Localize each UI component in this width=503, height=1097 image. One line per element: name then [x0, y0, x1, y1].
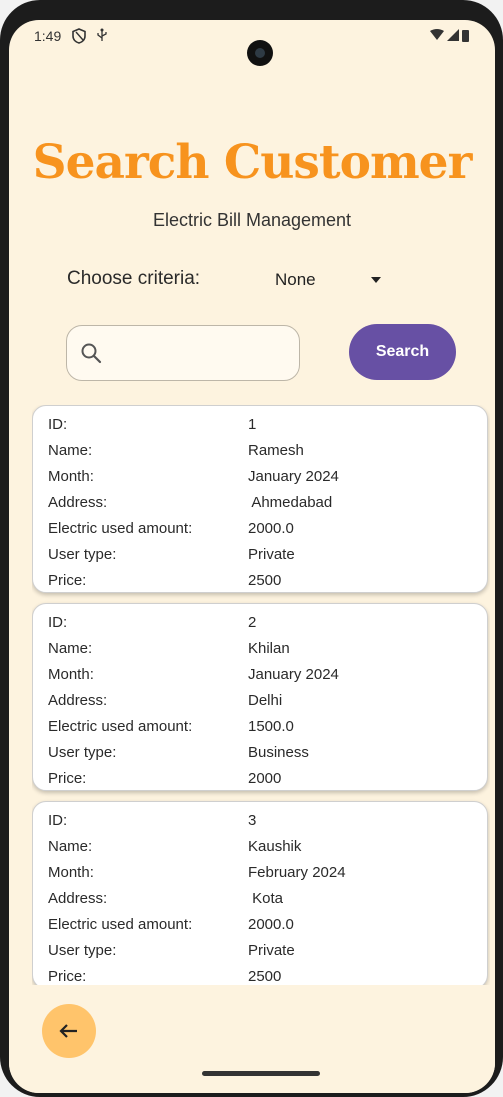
customer-row-month: Month: February 2024: [33, 860, 487, 886]
customer-card[interactable]: ID: 2 Name: Khilan Month: January 2024 Address…: [32, 603, 488, 791]
field-label: Month:: [48, 864, 94, 881]
field-value: Business: [248, 744, 309, 761]
field-label: Name:: [48, 442, 93, 459]
home-indicator[interactable]: [202, 1071, 320, 1076]
customer-row-name: Name: Kaushik: [33, 834, 487, 860]
field-value: 2000: [248, 770, 282, 787]
front-camera: [247, 40, 273, 66]
page-title: Search Customer: [32, 135, 473, 190]
field-value: 2: [248, 614, 257, 631]
arrow-left-icon: [59, 1024, 77, 1038]
field-value: 1500.0: [248, 718, 294, 735]
status-bar: 1:49: [9, 20, 495, 66]
customer-row-price: Price: 2000: [33, 766, 487, 792]
customer-row-price: Price: 2500: [33, 964, 487, 985]
field-value: 2500: [248, 968, 282, 985]
customer-row-user-type: User type: Private: [33, 938, 487, 964]
field-value: Private: [248, 942, 295, 959]
shield-icon: [72, 28, 86, 44]
field-label: Name:: [48, 838, 93, 855]
customer-row-amount: Electric used amount: 1500.0: [33, 714, 487, 740]
field-value: Private: [248, 546, 295, 563]
field-value: Ramesh: [248, 442, 304, 459]
customer-row-amount: Electric used amount: 2000.0: [33, 912, 487, 938]
page-subtitle: Electric Bill Management: [152, 210, 352, 230]
customer-row-id: ID: 1: [33, 412, 487, 438]
customer-row-user-type: User type: Business: [33, 740, 487, 766]
field-value: February 2024: [248, 864, 346, 881]
app-screen: 1:49 Search Customer Electric Bill Manag…: [9, 20, 495, 1093]
field-label: Price:: [48, 770, 87, 787]
field-label: User type:: [48, 744, 117, 761]
status-indicators: [430, 28, 469, 42]
field-label: Electric used amount:: [48, 916, 193, 933]
field-label: Address:: [48, 890, 108, 907]
criteria-dropdown[interactable]: None: [269, 266, 389, 294]
customer-row-address: Address: Delhi: [33, 688, 487, 714]
customer-row-address: Address: Ahmedabad: [33, 490, 487, 516]
field-label: User type:: [48, 942, 117, 959]
customer-row-address: Address: Kota: [33, 886, 487, 912]
criteria-label: Choose criteria:: [67, 268, 201, 289]
battery-icon: [462, 29, 469, 42]
signal-icon: [447, 29, 459, 41]
field-label: Electric used amount:: [48, 520, 193, 537]
customer-row-id: ID: 3: [33, 808, 487, 834]
customer-row-amount: Electric used amount: 2000.0: [33, 516, 487, 542]
field-value: January 2024: [248, 468, 339, 485]
device-frame: 1:49 Search Customer Electric Bill Manag…: [0, 0, 503, 1097]
field-label: Month:: [48, 468, 94, 485]
field-label: Price:: [48, 968, 87, 985]
usb-icon: [97, 28, 107, 41]
field-label: Address:: [48, 692, 108, 709]
customer-card[interactable]: ID: 3 Name: Kaushik Month: February 2024 Addre…: [32, 801, 488, 985]
field-value: 2000.0: [248, 520, 294, 537]
field-value: Delhi: [248, 692, 283, 709]
customer-row-name: Name: Ramesh: [33, 438, 487, 464]
field-value: January 2024: [248, 666, 339, 683]
field-label: Month:: [48, 666, 94, 683]
field-value: 1: [248, 416, 257, 433]
field-label: ID:: [48, 416, 68, 433]
customer-row-month: Month: January 2024: [33, 662, 487, 688]
caret-down-icon: [371, 277, 381, 283]
customer-row-month: Month: January 2024: [33, 464, 487, 490]
search-input[interactable]: [111, 334, 295, 374]
customer-card[interactable]: ID: 1 Name: Ramesh Month: January 2024 Address…: [32, 405, 488, 593]
wifi-icon: [430, 29, 444, 40]
back-button[interactable]: [42, 1004, 96, 1058]
field-label: ID:: [48, 614, 68, 631]
customer-row-id: ID: 2: [33, 610, 487, 636]
field-value: 2500: [248, 572, 282, 589]
customer-list[interactable]: ID: 1 Name: Ramesh Month: January 2024 Address…: [32, 405, 490, 985]
status-time: 1:49: [34, 28, 62, 44]
search-icon: [81, 343, 102, 364]
field-value: 3: [248, 812, 257, 829]
field-value: Kota: [248, 890, 284, 907]
field-value: Khilan: [248, 640, 290, 657]
field-value: Kaushik: [248, 838, 302, 855]
field-value: 2000.0: [248, 916, 294, 933]
field-label: Electric used amount:: [48, 718, 193, 735]
field-label: Name:: [48, 640, 93, 657]
field-label: Address:: [48, 494, 108, 511]
customer-row-price: Price: 2500: [33, 568, 487, 594]
customer-row-user-type: User type: Private: [33, 542, 487, 568]
criteria-selected-value: None: [275, 270, 316, 289]
customer-row-name: Name: Khilan: [33, 636, 487, 662]
field-label: ID:: [48, 812, 68, 829]
field-label: Price:: [48, 572, 87, 589]
field-label: User type:: [48, 546, 117, 563]
field-value: Ahmedabad: [248, 494, 333, 511]
search-button[interactable]: Search: [349, 324, 456, 380]
search-field[interactable]: [66, 325, 300, 381]
